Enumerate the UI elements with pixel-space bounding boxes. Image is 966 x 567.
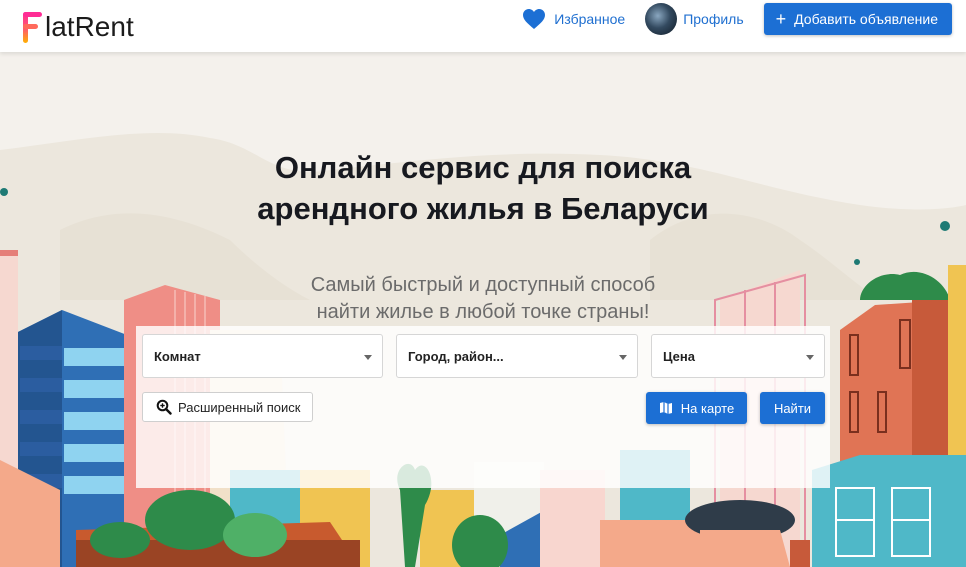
map-button-label: На карте — [680, 400, 735, 416]
hero-subtitle: Самый быстрый и доступный способ найти ж… — [0, 272, 966, 326]
profile-label: Профиль — [683, 11, 744, 27]
plus-icon: + — [775, 9, 787, 29]
price-select-value: Цена — [663, 348, 695, 364]
city-select-value: Город, район... — [408, 348, 504, 364]
map-icon — [659, 402, 672, 414]
top-navbar: latRent Избранное Профиль + Добавить объ… — [0, 0, 966, 52]
chevron-down-icon — [806, 355, 814, 360]
hero-subtitle-line: найти жилье в любой точке страны! — [316, 301, 650, 323]
map-button[interactable]: На карте — [646, 392, 747, 424]
find-button[interactable]: Найти — [760, 392, 825, 424]
hero-title-line: Онлайн сервис для поиска — [274, 150, 692, 185]
favorites-link[interactable]: Избранное — [522, 8, 625, 30]
favorites-label: Избранное — [554, 11, 626, 27]
profile-link[interactable]: Профиль — [645, 3, 744, 35]
rooms-select-value: Комнат — [154, 348, 201, 364]
add-listing-button[interactable]: + Добавить объявление — [763, 3, 952, 35]
logo-text: latRent — [45, 11, 134, 42]
logo[interactable]: latRent — [22, 0, 134, 44]
advanced-search-button[interactable]: Расширенный поиск — [142, 392, 313, 422]
rooms-select[interactable]: Комнат — [142, 334, 383, 378]
advanced-search-label: Расширенный поиск — [178, 399, 301, 415]
hero-subtitle-line: Самый быстрый и доступный способ — [310, 274, 656, 296]
find-button-label: Найти — [773, 400, 812, 416]
heart-icon — [523, 9, 546, 29]
city-select[interactable]: Город, район... — [396, 334, 638, 378]
chevron-down-icon — [364, 355, 372, 360]
add-listing-label: Добавить объявление — [794, 11, 938, 27]
price-select[interactable]: Цена — [651, 334, 825, 378]
search-icon — [156, 399, 172, 415]
chevron-down-icon — [619, 355, 627, 360]
logo-f-icon — [23, 12, 42, 43]
avatar — [645, 3, 678, 35]
hero-title: Онлайн сервис для поиска арендного жилья… — [0, 147, 966, 229]
hero-title-line: арендного жилья в Беларуси — [257, 191, 709, 226]
nav-actions: Избранное Профиль + Добавить объявление — [522, 3, 952, 35]
